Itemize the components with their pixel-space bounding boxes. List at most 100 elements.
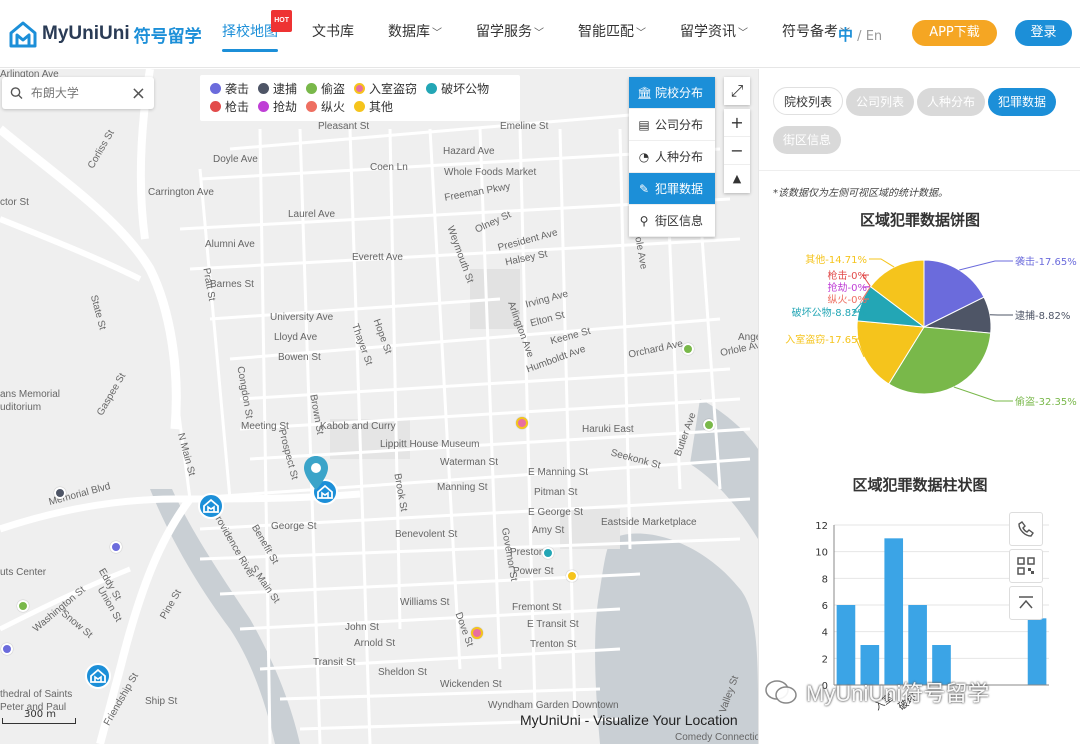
legend-dot-icon: [258, 100, 270, 112]
crime-marker-arrest[interactable]: [54, 487, 66, 499]
panel-tab-0[interactable]: 院校列表: [773, 87, 844, 115]
street-label: Wyndham Garden Downtown: [488, 700, 619, 711]
nav-item-label: 留学服务: [476, 24, 532, 40]
lang-cn[interactable]: 中: [838, 26, 853, 44]
legend-item[interactable]: 逮捕: [258, 80, 297, 97]
panel-tab-4[interactable]: 街区信息: [773, 126, 842, 154]
layer-0[interactable]: 🏛 院校分布: [629, 77, 715, 109]
map-search-input[interactable]: [30, 86, 127, 100]
street-label: Trenton St: [530, 639, 577, 650]
phone-button[interactable]: [1009, 512, 1043, 546]
back-to-top-icon: [1019, 596, 1033, 609]
login-button[interactable]: 登录: [1015, 20, 1072, 46]
back-to-top-button[interactable]: [1009, 586, 1043, 620]
chevron-down-icon: ﹀: [636, 28, 646, 39]
lang-en[interactable]: En: [866, 29, 882, 44]
crime-marker-other[interactable]: [566, 570, 578, 582]
legend-item[interactable]: 入室盗窃: [354, 80, 417, 97]
layer-label: 街区信息: [655, 214, 704, 228]
nav-item-2[interactable]: 数据库 ﹀: [388, 22, 442, 46]
logo-cn-text: 符号留学: [133, 26, 202, 47]
app-download-button[interactable]: APP下载: [912, 20, 997, 46]
legend-item[interactable]: 纵火: [306, 98, 345, 115]
nav-item-3[interactable]: 留学服务 ﹀: [476, 22, 544, 46]
nav-item-0[interactable]: 择校地图 HOT: [222, 10, 292, 52]
crime-marker-burglary[interactable]: [471, 627, 483, 639]
layer-label: 公司分布: [655, 118, 704, 132]
legend-item[interactable]: 抢劫: [258, 98, 297, 115]
street-label: Laurel Ave: [288, 209, 336, 220]
university-icon: 🏛: [637, 85, 653, 100]
language-switch[interactable]: 中 / En: [838, 24, 882, 45]
street-label: Sheldon St: [378, 667, 427, 678]
panel-tab-2[interactable]: 人种分布: [917, 88, 986, 116]
compass-button[interactable]: ▲: [724, 165, 750, 193]
crime-marker-theft[interactable]: [682, 343, 694, 355]
school-house-icon: [90, 668, 106, 683]
legend-item[interactable]: 袭击: [210, 80, 249, 97]
pie-label: 袭击-17.65%: [1015, 256, 1077, 268]
legend-item[interactable]: 其他: [354, 98, 393, 115]
bar-ytick-label: 2: [822, 654, 828, 665]
street-label: Arnold St: [354, 638, 396, 649]
legend-item[interactable]: 枪击: [210, 98, 249, 115]
bar-0[interactable]: [836, 605, 856, 685]
map-search-box[interactable]: ×: [2, 77, 154, 109]
layer-1[interactable]: ▤ 公司分布: [629, 109, 715, 141]
legend-row-2: 枪击 抢劫 纵火 其他: [210, 97, 510, 115]
qrcode-button[interactable]: [1009, 549, 1043, 583]
building-icon: ▤: [638, 117, 650, 132]
crime-legend: 袭击 逮捕 偷盗 入室盗窃 破坏公物 枪击 抢劫 纵火 其他: [200, 75, 520, 121]
nav-item-5[interactable]: 留学资讯 ﹀: [680, 22, 748, 46]
pie-leader-line: [869, 258, 895, 268]
legend-label: 逮捕: [273, 81, 298, 96]
bar-ytick-label: 8: [822, 574, 828, 585]
zoom-control: + − ▲: [724, 109, 750, 193]
fullscreen-icon[interactable]: ⤢: [724, 77, 750, 105]
nav-item-1[interactable]: 文书库: [312, 22, 354, 46]
legend-dot-icon: [306, 82, 318, 94]
place-label: Preston: [510, 547, 545, 558]
main-nav: 择校地图 HOT 文书库 数据库 ﹀ 留学服务 ﹀ 智能匹配 ﹀ 留学资讯 ﹀ 符号备考 ﹀: [222, 10, 884, 52]
zoom-in-button[interactable]: +: [724, 109, 750, 137]
lang-sep: /: [857, 29, 862, 44]
data-note: *该数据仅为左侧可视区域的统计数据。: [773, 188, 948, 199]
street-label: Hazard Ave: [443, 146, 495, 157]
crime-marker-theft[interactable]: [703, 419, 715, 431]
zoom-out-button[interactable]: −: [724, 137, 750, 165]
clear-search-icon[interactable]: ×: [131, 83, 146, 104]
fullscreen-control[interactable]: ⤢: [724, 77, 750, 105]
street-label: Power St: [513, 566, 554, 577]
wechat-watermark: MyUniUni符号留学: [764, 676, 989, 708]
legend-item[interactable]: 破坏公物: [426, 80, 489, 97]
panel-tab-1[interactable]: 公司列表: [846, 88, 915, 116]
nav-item-4[interactable]: 智能匹配 ﹀: [578, 22, 646, 46]
layer-2[interactable]: ◔ 人种分布: [629, 141, 715, 173]
street-label: Pleasant St: [318, 121, 370, 132]
watermark-text: MyUniUni符号留学: [806, 681, 990, 706]
crime-marker-assault[interactable]: [110, 541, 122, 553]
bar-2[interactable]: [884, 538, 904, 685]
location-pin-icon[interactable]: [303, 455, 329, 491]
street-info-icon: ⚲: [639, 213, 649, 228]
crime-marker-vandalism[interactable]: [542, 547, 554, 559]
school-marker[interactable]: [85, 663, 111, 689]
crime-marker-burglary[interactable]: [516, 417, 528, 429]
logo[interactable]: MyUniUni 符号留学: [8, 20, 202, 48]
bar-8[interactable]: [1027, 618, 1047, 685]
legend-label: 破坏公物: [441, 81, 490, 96]
crime-marker-theft[interactable]: [17, 600, 29, 612]
bar-3[interactable]: [908, 605, 927, 685]
pie-label: 入室盗窃-17.65%: [785, 333, 867, 346]
map-view[interactable]: Pleasant St Emeline St Doyle Ave Coen Ln Haz…: [0, 69, 758, 744]
legend-item[interactable]: 偷盗: [306, 80, 345, 97]
layer-4[interactable]: ⚲ 街区信息: [629, 205, 715, 237]
crime-pie-chart[interactable]: 袭击-17.65% 逮捕-8.82% 偷盗-32.35% 入室盗窃-17.65% 破坏公…: [759, 247, 1080, 447]
school-marker[interactable]: [198, 493, 224, 519]
bar-chart-title: 区域犯罪数据柱状图: [852, 476, 988, 494]
bar-ytick-label: 12: [815, 521, 828, 532]
hot-badge: HOT: [271, 10, 292, 32]
panel-tab-3[interactable]: 犯罪数据: [988, 88, 1057, 116]
layer-3[interactable]: ✎ 犯罪数据: [629, 173, 715, 205]
crime-marker-assault[interactable]: [1, 643, 13, 655]
